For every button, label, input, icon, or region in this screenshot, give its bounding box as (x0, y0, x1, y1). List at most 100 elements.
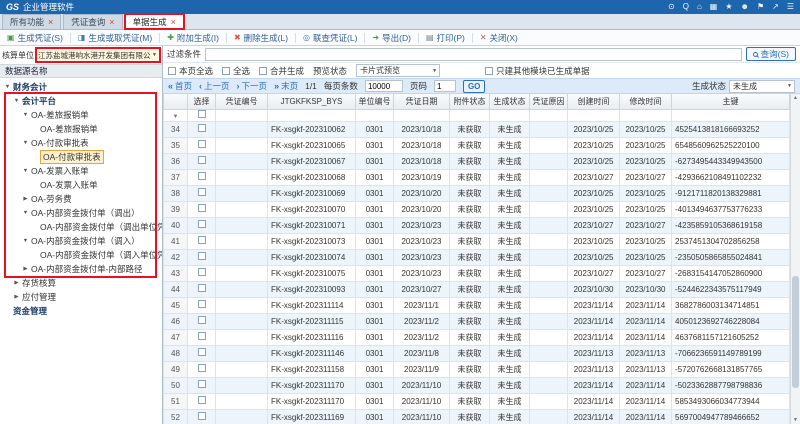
expander-icon[interactable]: ▶ (22, 196, 29, 202)
preview-status-select[interactable]: 卡片式预览 ▼ (356, 64, 440, 77)
select-page-checkbox[interactable]: 本页全选 (168, 65, 213, 77)
print-button[interactable]: ▤打印(P) (424, 32, 467, 44)
table-row[interactable]: 46FK-xsgkf-20231111503012023/11/2未获取未生成2… (164, 313, 790, 329)
expander-icon[interactable]: ▶ (13, 280, 20, 286)
row-checkbox[interactable] (198, 220, 206, 228)
row-checkbox[interactable] (198, 332, 206, 340)
close-button[interactable]: ✕关闭(X) (478, 32, 520, 44)
checkbox-icon[interactable] (222, 67, 230, 75)
expander-icon[interactable]: ▼ (13, 98, 20, 104)
tree-item[interactable]: ▶OA-劳务费 (0, 192, 162, 206)
row-select-cell[interactable] (188, 393, 216, 409)
table-row[interactable]: 38FK-xsgkf-20231006903012023/10/20未获取未生成… (164, 185, 790, 201)
tree-item[interactable]: OA-付款审批表 (0, 150, 162, 164)
checkbox-icon[interactable] (259, 67, 267, 75)
table-row[interactable]: 34FK-xsgkf-20231006203012023/10/18未获取未生成… (164, 121, 790, 137)
expander-icon[interactable]: ▶ (22, 266, 29, 272)
tree-item[interactable]: ▶OA-内部资金拨付单-内部路径 (0, 262, 162, 276)
column-header[interactable]: 单位编号 (356, 94, 394, 109)
row-select-cell[interactable] (188, 281, 216, 297)
row-checkbox[interactable] (198, 412, 206, 420)
page-number-input[interactable] (434, 80, 456, 92)
table-row[interactable]: 51FK-xsgkf-20231117003012023/11/10未获取未生成… (164, 393, 790, 409)
table-row[interactable]: 35FK-xsgkf-20231006503012023/10/18未获取未生成… (164, 137, 790, 153)
row-select-cell[interactable] (188, 329, 216, 345)
row-select-cell[interactable] (188, 313, 216, 329)
zoom-icon[interactable]: Q (683, 3, 689, 11)
tab-close-icon[interactable]: × (171, 18, 176, 27)
tab-document-generate[interactable]: 单据生成× (125, 14, 184, 29)
tree-item[interactable]: OA-差旅报销单 (0, 122, 162, 136)
favorites-icon[interactable]: ★ (725, 3, 732, 11)
row-select-cell[interactable] (188, 169, 216, 185)
checkbox-icon[interactable] (168, 67, 176, 75)
row-checkbox[interactable] (198, 364, 206, 372)
tree-item[interactable]: 资金管理 (0, 304, 162, 318)
query-button[interactable]: 查询(S) (746, 47, 796, 61)
expander-icon[interactable]: ▼ (22, 168, 29, 174)
table-row[interactable]: 37FK-xsgkf-20231006803012023/10/19未获取未生成… (164, 169, 790, 185)
column-header[interactable]: 创建时间 (568, 94, 620, 109)
scroll-down-icon[interactable]: ▼ (791, 417, 800, 423)
flag-icon[interactable]: ⚑ (757, 3, 764, 11)
row-checkbox[interactable] (198, 396, 206, 404)
expander-icon[interactable]: ▼ (4, 84, 11, 90)
table-row[interactable]: 41FK-xsgkf-20231007303012023/10/23未获取未生成… (164, 233, 790, 249)
filter-input[interactable] (205, 48, 742, 61)
row-select-cell[interactable] (188, 153, 216, 169)
menu-icon[interactable]: ☰ (787, 3, 794, 11)
home-icon[interactable]: ⌂ (697, 3, 702, 11)
column-header[interactable]: 附件状态 (450, 94, 490, 109)
row-checkbox[interactable] (198, 172, 206, 180)
expander-icon[interactable]: ▼ (22, 140, 29, 146)
tree-item[interactable]: ▼会计平台 (0, 94, 162, 108)
table-row[interactable]: 52FK-xsgkf-20231116903012023/11/10未获取未生成… (164, 409, 790, 424)
link-voucher-button[interactable]: ◎联查凭证(L) (301, 32, 359, 44)
column-header[interactable]: JTGKFKSP_BYS (268, 94, 356, 109)
tree-item[interactable]: OA-发票入账单 (0, 178, 162, 192)
fullscreen-icon[interactable]: ↗ (772, 3, 779, 11)
column-header[interactable]: 凭证原因 (530, 94, 568, 109)
table-row[interactable]: 44FK-xsgkf-20231009303012023/10/27未获取未生成… (164, 281, 790, 297)
table-row[interactable]: 40FK-xsgkf-20231007103012023/10/23未获取未生成… (164, 217, 790, 233)
row-checkbox[interactable] (198, 140, 206, 148)
row-checkbox[interactable] (198, 348, 206, 356)
table-row[interactable]: 42FK-xsgkf-20231007403012023/10/23未获取未生成… (164, 249, 790, 265)
row-checkbox[interactable] (198, 236, 206, 244)
tree-item[interactable]: ▼OA-内部资金拨付单（调出） (0, 206, 162, 220)
delete-generate-button[interactable]: ✖删除生成(L) (232, 32, 290, 44)
row-select-cell[interactable] (188, 185, 216, 201)
filter-funnel-icon[interactable]: ▼ (173, 114, 179, 120)
column-header[interactable]: 主键 (672, 94, 790, 109)
row-select-cell[interactable] (188, 377, 216, 393)
generate-fetch-voucher-button[interactable]: ◨生成或取凭证(M) (76, 32, 154, 44)
accounting-unit-select[interactable]: 江苏盐城港响水港开发集团有限公司 ▼ (36, 48, 160, 62)
tab-close-icon[interactable]: × (48, 18, 53, 27)
row-checkbox[interactable] (198, 268, 206, 276)
filter-row-checkbox[interactable] (198, 110, 206, 118)
table-row[interactable]: 50FK-xsgkf-20231117003012023/11/10未获取未生成… (164, 377, 790, 393)
tree-item[interactable]: ▶存货核算 (0, 276, 162, 290)
tree-item[interactable]: ▼OA-发票入账单 (0, 164, 162, 178)
row-select-cell[interactable] (188, 249, 216, 265)
merge-generate-checkbox[interactable]: 合并生成 (259, 65, 304, 77)
user-icon[interactable]: ☻ (741, 3, 749, 11)
row-select-cell[interactable] (188, 297, 216, 313)
column-header[interactable]: 修改时间 (620, 94, 672, 109)
table-row[interactable]: 48FK-xsgkf-20231114603012023/11/8未获取未生成2… (164, 345, 790, 361)
row-select-cell[interactable] (188, 345, 216, 361)
expander-icon[interactable]: ▼ (22, 210, 29, 216)
tree-item[interactable]: ▼OA-付款审批表 (0, 136, 162, 150)
tab-all-functions[interactable]: 所有功能× (2, 14, 61, 29)
last-page-button[interactable]: »末页 (274, 80, 298, 92)
tab-close-icon[interactable]: × (109, 18, 114, 27)
expander-icon[interactable]: ▼ (22, 238, 29, 244)
column-header[interactable]: 选择 (188, 94, 216, 109)
row-checkbox[interactable] (198, 188, 206, 196)
scrollbar-thumb[interactable] (792, 276, 799, 388)
row-checkbox[interactable] (198, 252, 206, 260)
row-checkbox[interactable] (198, 124, 206, 132)
generate-status-select[interactable]: 未生成 ▼ (729, 80, 795, 93)
export-button[interactable]: ➜导出(D) (370, 32, 413, 44)
row-checkbox[interactable] (198, 284, 206, 292)
